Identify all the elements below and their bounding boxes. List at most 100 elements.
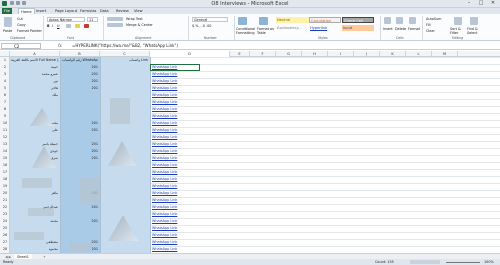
phone-cell[interactable] — [62, 134, 98, 141]
whatsapp-link-cell[interactable]: WhatsApp Link — [152, 127, 198, 134]
name-cell[interactable] — [11, 113, 58, 120]
copy-button[interactable]: Copy — [17, 23, 26, 27]
name-box[interactable]: C2 — [1, 43, 41, 49]
row-header[interactable]: 20 — [0, 190, 10, 197]
find-select-button[interactable]: Find & Select — [467, 27, 482, 35]
autosum-button[interactable]: AutoSum — [426, 17, 441, 21]
name-cell[interactable]: محمد — [11, 218, 58, 225]
cut-button[interactable]: Cut — [17, 17, 23, 21]
italic-button[interactable]: I — [52, 24, 53, 28]
row-header[interactable]: 21 — [0, 197, 10, 204]
row-header[interactable]: 8 — [0, 106, 10, 113]
row-header[interactable]: 11 — [0, 127, 10, 134]
style-explanatory[interactable]: Explanatory... — [276, 25, 309, 31]
style-neutral[interactable]: Neutral — [276, 17, 309, 23]
header-cell-a[interactable]: الاسم باللغة العربية Full Name (عربي) — [11, 57, 59, 64]
phone-cell[interactable]: 201 — [62, 64, 98, 71]
phone-cell[interactable] — [62, 106, 98, 113]
align-left-icon[interactable] — [107, 23, 123, 27]
font-size-select[interactable]: 11 — [87, 17, 98, 22]
whatsapp-link-cell[interactable]: WhatsApp Link — [152, 218, 198, 225]
sort-filter-button[interactable]: Sort & Filter — [450, 27, 465, 35]
name-cell[interactable]: مصطفى — [11, 239, 58, 246]
wrap-text-button[interactable]: Wrap Text — [126, 17, 143, 21]
phone-cell[interactable]: 201 — [62, 85, 98, 92]
whatsapp-link-cell[interactable]: WhatsApp Link — [152, 176, 198, 183]
name-cell[interactable] — [11, 197, 58, 204]
row-header[interactable]: 25 — [0, 225, 10, 232]
bold-button[interactable]: B — [47, 24, 50, 28]
underline-button[interactable]: U — [57, 24, 59, 28]
name-cell[interactable]: على — [11, 127, 58, 134]
row-header[interactable]: 7 — [0, 99, 10, 106]
name-cell[interactable]: جودي — [11, 148, 58, 155]
row-header[interactable]: 12 — [0, 134, 10, 141]
phone-cell[interactable]: 201 — [62, 204, 98, 211]
name-cell[interactable]: جميلة ياسر — [11, 141, 58, 148]
borders-icon[interactable] — [66, 24, 71, 28]
insert-cells-icon[interactable] — [384, 17, 391, 24]
whatsapp-link-cell[interactable]: WhatsApp Link — [152, 246, 198, 253]
whatsapp-link-cell[interactable]: WhatsApp Link — [152, 183, 198, 190]
clear-button[interactable]: Clear — [426, 29, 435, 33]
row-header[interactable]: 18 — [0, 176, 10, 183]
whatsapp-link-cell[interactable]: WhatsApp Link — [152, 204, 198, 211]
row-header[interactable]: 23 — [0, 211, 10, 218]
whatsapp-link-cell[interactable]: WhatsApp Link — [152, 141, 198, 148]
name-cell[interactable] — [11, 99, 58, 106]
number-format-buttons[interactable]: $ % , .0 .00 — [192, 24, 211, 28]
whatsapp-link-cell[interactable]: WhatsApp Link — [152, 190, 198, 197]
whatsapp-link-cell[interactable]: WhatsApp Link — [152, 120, 198, 127]
paste-icon[interactable] — [4, 17, 12, 27]
phone-cell[interactable] — [62, 232, 98, 239]
row-header[interactable]: 19 — [0, 183, 10, 190]
phone-cell[interactable] — [62, 92, 98, 99]
whatsapp-link-cell[interactable]: WhatsApp Link — [152, 232, 198, 239]
name-cell[interactable]: ملك — [11, 92, 58, 99]
style-calculation[interactable]: Calculation — [309, 17, 341, 23]
whatsapp-link-cell[interactable]: WhatsApp Link — [152, 99, 198, 106]
row-header[interactable]: 10 — [0, 120, 10, 127]
zoom-level[interactable]: 100% — [484, 259, 494, 265]
row-header[interactable]: 28 — [0, 246, 10, 253]
fill-button[interactable]: Fill — [426, 23, 431, 27]
row-header[interactable]: 4 — [0, 78, 10, 85]
row-header[interactable]: 26 — [0, 232, 10, 239]
phone-cell[interactable]: 201 — [62, 141, 98, 148]
close-button[interactable]: ✕ — [487, 0, 499, 7]
number-format-select[interactable]: General — [192, 17, 228, 22]
phone-cell[interactable]: 201 — [62, 120, 98, 127]
format-as-table-icon[interactable] — [259, 17, 268, 25]
whatsapp-link-cell[interactable]: WhatsApp Link — [152, 148, 198, 155]
row-header[interactable]: 3 — [0, 71, 10, 78]
row-header[interactable]: 13 — [0, 141, 10, 148]
minimize-button[interactable]: – — [463, 0, 475, 7]
fill-color-icon[interactable] — [75, 24, 80, 28]
name-cell[interactable] — [11, 169, 58, 176]
row-header[interactable]: 6 — [0, 92, 10, 99]
font-color-icon[interactable] — [84, 24, 89, 28]
view-buttons[interactable] — [410, 260, 440, 264]
row-header[interactable]: 17 — [0, 169, 10, 176]
whatsapp-link-cell[interactable]: WhatsApp Link — [152, 106, 198, 113]
row-header[interactable]: 1 — [0, 57, 10, 64]
style-hyperlink[interactable]: Hyperlink — [309, 25, 341, 31]
name-cell[interactable] — [11, 225, 58, 232]
whatsapp-link-cell[interactable]: WhatsApp Link — [152, 113, 198, 120]
conditional-formatting-icon[interactable] — [238, 17, 247, 25]
phone-cell[interactable] — [62, 162, 98, 169]
name-cell[interactable]: عمرو محمد — [11, 71, 58, 78]
name-cell[interactable]: نور — [11, 78, 58, 85]
zoom-slider[interactable] — [446, 262, 480, 263]
formula-input[interactable]: =HYPERLINK("https://wa.me/"&B2, "WhatsAp… — [72, 43, 178, 48]
insert-cells-button[interactable]: Insert — [383, 27, 393, 31]
phone-cell[interactable]: 201 — [62, 71, 98, 78]
phone-cell[interactable] — [62, 99, 98, 106]
whatsapp-link-cell[interactable]: WhatsApp Link — [152, 162, 198, 169]
header-cell-b[interactable]: رقم الواتساب WhatsApp — [62, 57, 98, 64]
whatsapp-link-cell[interactable]: WhatsApp Link — [152, 155, 198, 162]
find-select-icon[interactable] — [470, 17, 478, 25]
sort-filter-icon[interactable] — [454, 17, 462, 25]
phone-cell[interactable]: 201 — [62, 127, 98, 134]
insert-function-button[interactable]: fx — [58, 43, 62, 48]
